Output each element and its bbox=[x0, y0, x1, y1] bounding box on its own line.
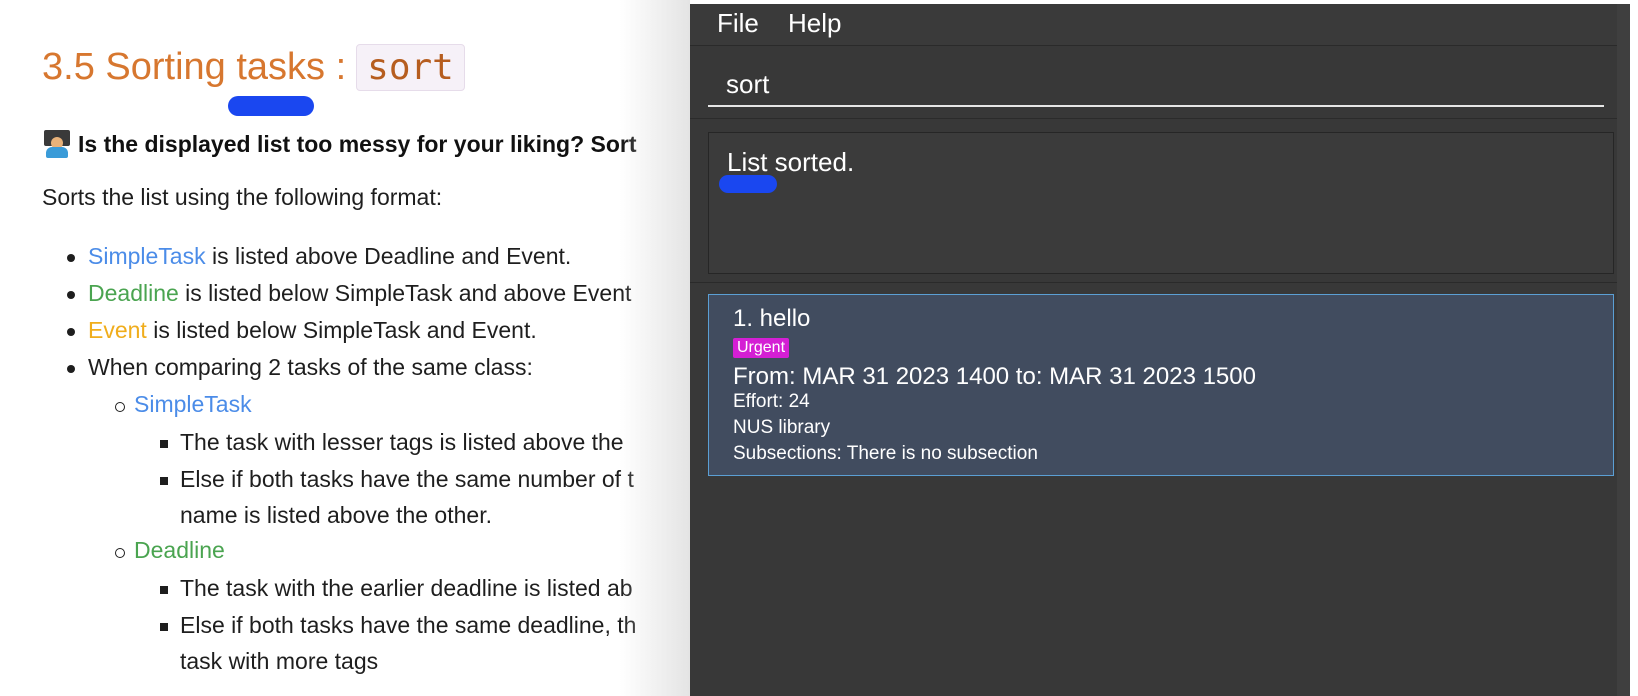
bullet-text: is listed above Deadline and Event. bbox=[205, 243, 572, 269]
event-link[interactable]: Event bbox=[88, 317, 147, 343]
sub-sub-bullet-icon bbox=[160, 477, 168, 485]
bullet-deadline: Deadline is listed below SimpleTask and … bbox=[88, 280, 631, 307]
rule-text: Else if both tasks have the same number … bbox=[180, 466, 634, 492]
sub-deadline-link[interactable]: Deadline bbox=[134, 537, 225, 564]
bullet-icon bbox=[67, 254, 75, 262]
bullet-text: is listed below SimpleTask and Event. bbox=[146, 317, 537, 343]
lead-text: Is the displayed list too messy for your… bbox=[78, 130, 637, 157]
sub-sub-bullet-icon bbox=[160, 586, 168, 594]
intro-text: Sorts the list using the following forma… bbox=[42, 184, 443, 210]
bullet-compare: When comparing 2 tasks of the same class… bbox=[88, 354, 533, 380]
task-list-panel: 1. hello Urgent From: MAR 31 2023 1400 t… bbox=[690, 282, 1630, 696]
menu-file[interactable]: File bbox=[717, 8, 759, 39]
bullet-icon bbox=[67, 291, 75, 299]
technologist-emoji-icon bbox=[42, 130, 72, 158]
bullet-simpletask: SimpleTask is listed above Deadline and … bbox=[88, 243, 571, 270]
rule-text: The task with lesser tags is listed abov… bbox=[180, 429, 624, 455]
task-subsections: Subsections: There is no subsection bbox=[733, 443, 1038, 464]
lead-paragraph: Is the displayed list too messy for your… bbox=[42, 130, 637, 158]
rule-text-continued: name is listed above the other. bbox=[180, 502, 492, 528]
command-box bbox=[690, 47, 1630, 119]
task-app-window: File Help List sorted. 1. hello Urgent F… bbox=[690, 4, 1630, 696]
menu-help[interactable]: Help bbox=[788, 8, 841, 39]
deadline-link[interactable]: Deadline bbox=[88, 280, 179, 306]
section-heading: 3.5 Sorting tasks : sort bbox=[42, 44, 465, 91]
window-shadow bbox=[620, 0, 690, 696]
rule-text-continued: task with more tags bbox=[180, 648, 379, 674]
sub-bullet-icon bbox=[115, 402, 125, 412]
sub-bullet-icon bbox=[115, 548, 125, 558]
sub-sub-bullet-icon bbox=[160, 440, 168, 448]
sub-sub-bullet-icon bbox=[160, 623, 168, 631]
bullet-icon bbox=[67, 365, 75, 373]
command-input[interactable] bbox=[708, 63, 1604, 107]
result-message: List sorted. bbox=[727, 147, 855, 177]
task-title: 1. hello bbox=[733, 305, 811, 332]
command-code-chip: sort bbox=[356, 44, 465, 91]
tag-badge: Urgent bbox=[733, 338, 790, 358]
bullet-event: Event is listed below SimpleTask and Eve… bbox=[88, 317, 537, 344]
task-card[interactable]: 1. hello Urgent From: MAR 31 2023 1400 t… bbox=[708, 294, 1614, 476]
task-effort: Effort: 24 bbox=[733, 391, 810, 412]
rule-text: The task with the earlier deadline is li… bbox=[180, 575, 633, 601]
section-heading-text: 3.5 Sorting tasks : bbox=[42, 46, 347, 88]
sub-simpletask-link[interactable]: SimpleTask bbox=[134, 391, 252, 418]
task-time-range: From: MAR 31 2023 1400 to: MAR 31 2023 1… bbox=[733, 363, 1256, 390]
scrollbar[interactable] bbox=[1617, 4, 1630, 696]
result-display: List sorted. bbox=[708, 132, 1614, 274]
highlight-mark bbox=[228, 96, 314, 116]
bullet-icon bbox=[67, 328, 75, 336]
user-guide-page: 3.5 Sorting tasks : sort Is the displaye… bbox=[0, 0, 690, 696]
bullet-text: is listed below SimpleTask and above Eve… bbox=[178, 280, 632, 306]
task-location: NUS library bbox=[733, 417, 831, 438]
menu-bar: File Help bbox=[690, 4, 1630, 46]
rule-text: Else if both tasks have the same deadlin… bbox=[180, 612, 637, 638]
simpletask-link[interactable]: SimpleTask bbox=[88, 243, 206, 269]
highlight-mark bbox=[719, 175, 777, 193]
